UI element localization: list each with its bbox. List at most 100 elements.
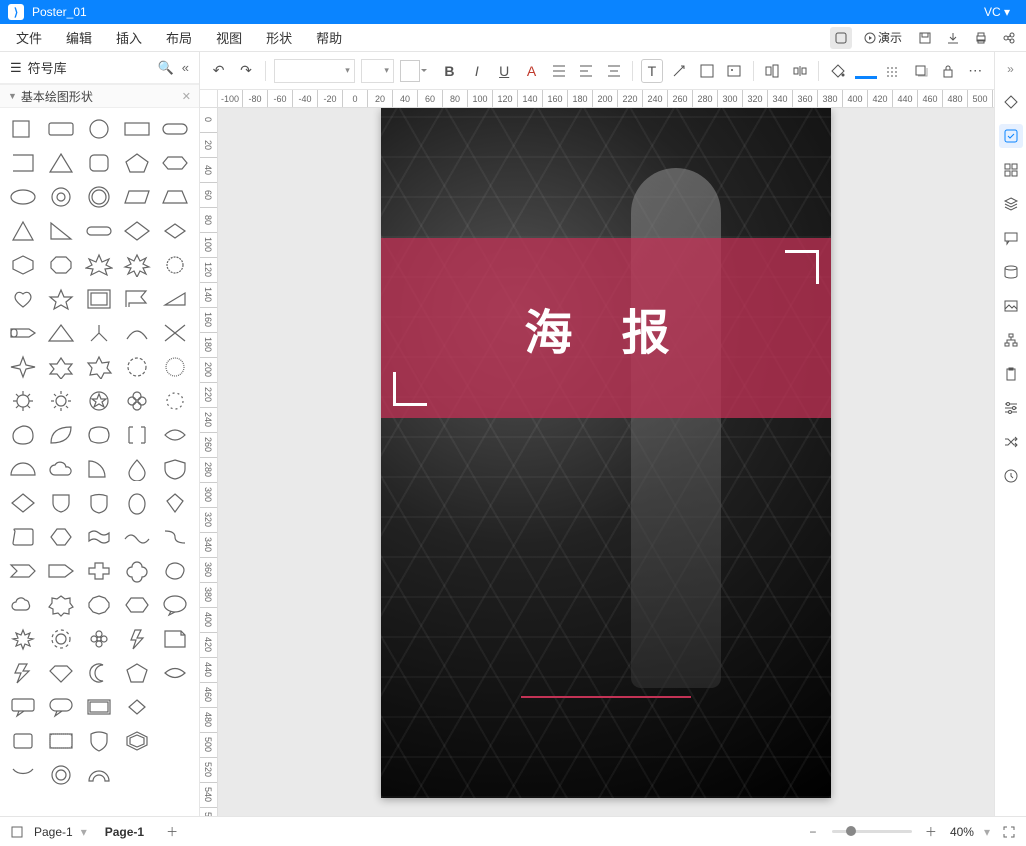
menu-view[interactable]: 视图 (206, 24, 252, 51)
shape-triangle2[interactable] (44, 318, 78, 348)
share-icon[interactable] (998, 27, 1020, 49)
text-tool-button[interactable]: T (641, 59, 663, 83)
shape-burst[interactable] (82, 250, 116, 280)
shape-trapezoid[interactable] (158, 182, 192, 212)
line-style-button[interactable] (883, 59, 904, 83)
shape-rounded-rect[interactable] (44, 114, 78, 144)
shape-flower[interactable] (120, 386, 154, 416)
shape-pentagon-tall[interactable] (120, 658, 154, 688)
shape-hexagon[interactable] (6, 250, 40, 280)
shape-double-circle[interactable] (82, 182, 116, 212)
shape-blank4[interactable] (158, 760, 192, 790)
zoom-slider[interactable] (832, 830, 912, 833)
shape-ellipse[interactable] (6, 182, 40, 212)
shape-star6[interactable] (44, 352, 78, 382)
shape-circle[interactable] (82, 114, 116, 144)
shape-spiky[interactable] (6, 624, 40, 654)
shape-bracket[interactable] (120, 420, 154, 450)
menu-insert[interactable]: 插入 (106, 24, 152, 51)
record-button[interactable] (830, 27, 852, 49)
font-family-combo[interactable]: ▾ (274, 59, 355, 83)
shape-ring[interactable] (44, 760, 78, 790)
collapse-panel-icon[interactable]: « (182, 60, 189, 76)
underline-button[interactable]: U (493, 59, 514, 83)
shape-moon[interactable] (82, 658, 116, 688)
shape-zigzag-circle[interactable] (158, 352, 192, 382)
comment-icon[interactable] (999, 226, 1023, 250)
menu-layout[interactable]: 布局 (156, 24, 202, 51)
line-color-button[interactable] (855, 59, 877, 83)
shape-double-rect[interactable] (44, 726, 78, 756)
connector-button[interactable] (669, 59, 690, 83)
shape-star8[interactable] (120, 250, 154, 280)
shape-gear[interactable] (6, 386, 40, 416)
shape-arc-bottom[interactable] (6, 760, 40, 790)
add-page-button[interactable]: ＋ (162, 822, 182, 842)
user-menu[interactable]: VC ▾ (976, 5, 1018, 19)
shape-heart[interactable] (6, 284, 40, 314)
shape-bolt[interactable] (120, 624, 154, 654)
shape-blank[interactable] (158, 692, 192, 722)
align-left-button[interactable] (576, 59, 597, 83)
shape-parallelogram[interactable] (120, 182, 154, 212)
lock-button[interactable] (937, 59, 958, 83)
print-icon[interactable] (970, 27, 992, 49)
shape-semicircle[interactable] (6, 454, 40, 484)
shape-rhombus[interactable] (158, 216, 192, 246)
shape-cross[interactable] (82, 556, 116, 586)
shape-arc[interactable] (120, 318, 154, 348)
grid-icon[interactable] (999, 158, 1023, 182)
shape-hex-outline[interactable] (120, 726, 154, 756)
bold-button[interactable]: B (439, 59, 460, 83)
shape-half-ring[interactable] (82, 760, 116, 790)
shape-seal2[interactable] (44, 590, 78, 620)
shape-star4[interactable] (6, 352, 40, 382)
page-tab[interactable]: Page-1 (95, 821, 154, 843)
font-size-combo[interactable]: ▾ (361, 59, 394, 83)
tree-icon[interactable] (999, 328, 1023, 352)
shape-star5[interactable] (44, 284, 78, 314)
font-color-button[interactable]: A (521, 59, 542, 83)
shape-square[interactable] (6, 114, 40, 144)
text-align-v-button[interactable] (548, 59, 569, 83)
menu-edit[interactable]: 编辑 (56, 24, 102, 51)
collapse-rail-icon[interactable]: » (1003, 58, 1018, 80)
properties-icon[interactable] (999, 124, 1023, 148)
more-button[interactable]: ⋯ (965, 59, 986, 83)
shape-octagon[interactable] (44, 250, 78, 280)
shape-frame[interactable] (82, 284, 116, 314)
shape-wave[interactable] (120, 522, 154, 552)
fullscreen-button[interactable] (1000, 823, 1018, 841)
shape-right-triangle[interactable] (44, 216, 78, 246)
shape-egg[interactable] (120, 488, 154, 518)
shape-star7[interactable] (82, 352, 116, 382)
menu-file[interactable]: 文件 (6, 24, 52, 51)
shape-note[interactable] (158, 624, 192, 654)
shape-quatrefoil[interactable] (120, 556, 154, 586)
shape-ring-dots[interactable] (158, 386, 192, 416)
shape-donut[interactable] (44, 182, 78, 212)
shape-shield[interactable] (158, 454, 192, 484)
undo-button[interactable]: ↶ (208, 59, 229, 83)
shape-lens[interactable] (158, 420, 192, 450)
image-insert-button[interactable] (723, 59, 744, 83)
shape-pill[interactable] (158, 114, 192, 144)
shape-callout-rect[interactable] (6, 692, 40, 722)
shape-cloud[interactable] (44, 454, 78, 484)
shape-chevron[interactable] (44, 556, 78, 586)
export-icon[interactable] (942, 27, 964, 49)
search-icon[interactable]: 🔍 (158, 60, 174, 76)
shape-tripod[interactable] (82, 318, 116, 348)
shape-crest[interactable] (82, 488, 116, 518)
shape-cloud-outline[interactable] (6, 590, 40, 620)
shape-flag[interactable] (120, 284, 154, 314)
shape-bubble[interactable] (158, 590, 192, 620)
pages-list-icon[interactable] (8, 823, 26, 841)
shape-hexagon-flat[interactable] (158, 148, 192, 178)
zoom-out-button[interactable]: − (804, 823, 822, 841)
shape-pentagon[interactable] (120, 148, 154, 178)
shape-open-rect[interactable] (6, 148, 40, 178)
shape-rounded-hex[interactable] (120, 590, 154, 620)
zoom-in-button[interactable]: ＋ (922, 823, 940, 841)
shape-flower2[interactable] (82, 624, 116, 654)
